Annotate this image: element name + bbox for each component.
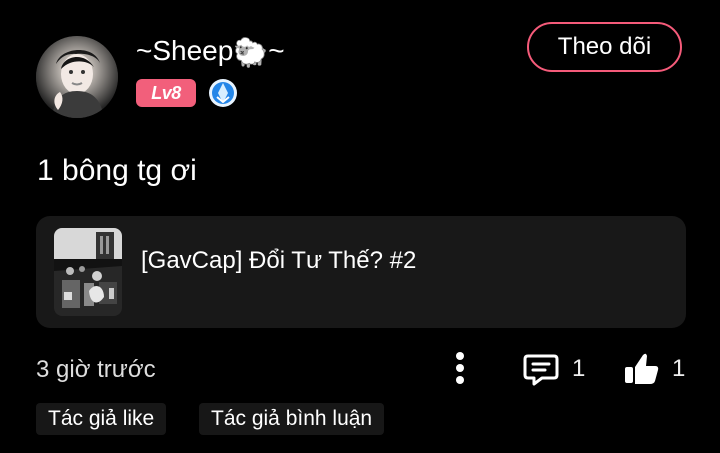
comment-text: 1 bông tg ơi — [37, 154, 197, 187]
story-thumbnail — [54, 228, 122, 316]
comment-count-button[interactable]: 1 — [522, 350, 586, 388]
like-count-button[interactable]: 1 — [622, 350, 688, 388]
author-like-tag: Tác giả like — [36, 403, 167, 435]
username-text: ~Sheep — [136, 35, 234, 66]
thumbnail-image — [54, 228, 122, 316]
comment-count: 1 — [572, 355, 586, 382]
story-title: [GavCap] Đổi Tư Thế? #2 — [141, 247, 417, 274]
user-avatar[interactable] — [36, 36, 118, 118]
author-comment-tag: Tác giả bình luận — [199, 403, 385, 435]
avatar-image — [36, 36, 118, 118]
more-vertical-icon[interactable] — [450, 351, 470, 385]
blue-badge-icon — [209, 79, 237, 107]
username[interactable]: ~Sheep🐑~ — [136, 34, 285, 70]
thumbs-up-icon — [625, 353, 659, 384]
sheep-icon: 🐑 — [233, 37, 269, 68]
follow-button[interactable]: Theo dõi — [527, 22, 682, 72]
level-badge: Lv8 — [136, 79, 196, 107]
post-time: 3 giờ trước — [36, 356, 156, 383]
like-count: 1 — [672, 355, 686, 382]
comment-icon — [523, 354, 559, 386]
linked-story-card[interactable]: [GavCap] Đổi Tư Thế? #2 — [36, 216, 686, 328]
username-suffix: ~ — [268, 35, 285, 66]
